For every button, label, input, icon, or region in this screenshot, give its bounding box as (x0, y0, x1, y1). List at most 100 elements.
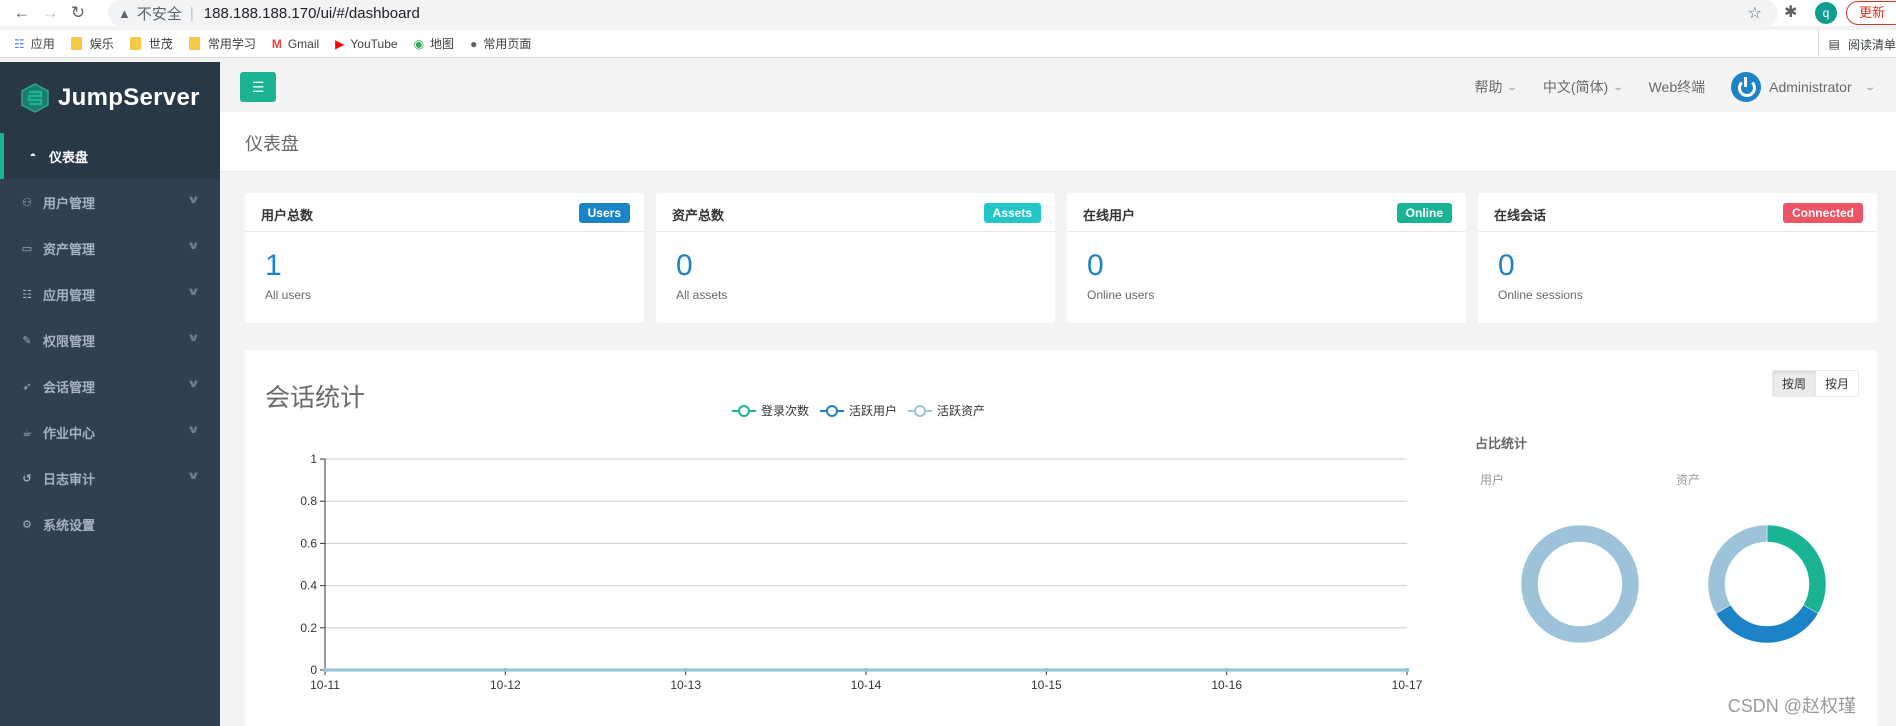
card-badge: Connected (1782, 203, 1863, 223)
bookmark-item[interactable]: ◉ 地图 (414, 35, 455, 52)
bookmark-item[interactable]: 世茂 (129, 35, 173, 52)
reading-list[interactable]: ▤ 阅读清单 (1817, 30, 1896, 58)
donut-slice (1715, 604, 1819, 644)
insecure-label: 不安全 (136, 5, 182, 23)
stat-card: 资产总数 Assets 0 All assets (656, 193, 1055, 323)
period-toggle: 按周 按月 (1771, 370, 1859, 397)
gears-icon: ⚙ (22, 518, 32, 531)
bookmark-label: 常用页面 (483, 37, 532, 51)
period-week-button[interactable]: 按周 (1772, 371, 1816, 396)
separator: | (189, 4, 194, 22)
bookmark-item[interactable]: 娱乐 (70, 35, 114, 52)
bookmark-item[interactable]: ● 常用页面 (470, 35, 531, 52)
card-subtitle: Online sessions (1498, 288, 1583, 302)
update-button[interactable]: 更新 (1846, 1, 1896, 25)
card-title: 资产总数 (672, 208, 725, 223)
legend-item[interactable]: 活跃用户 (820, 402, 897, 419)
sidebar-item-label: 权限管理 (43, 333, 96, 349)
forward-button[interactable]: → (36, 3, 64, 23)
ratio-label-assets: 资产 (1676, 473, 1701, 487)
sidebar-item-2[interactable]: ▭ 资产管理 ∨ (0, 225, 220, 271)
sidebar-item-label: 作业中心 (43, 425, 96, 441)
bookmarks-bar: ☷ 应用 娱乐 世茂 常用学习 M Gmail ▶ YouTube ◉ 地图 ● 常用页面 ▤ 阅读清单 (0, 30, 1896, 58)
chevron-down-icon: ⌄ (1506, 81, 1519, 93)
dashboard-icon: ◓ (29, 150, 37, 162)
card-badge: Assets (983, 203, 1041, 223)
sidebar-item-label: 系统设置 (43, 517, 96, 533)
legend-label: 活跃用户 (849, 404, 898, 418)
help-dropdown[interactable]: 帮助 ⌄ (1474, 77, 1519, 97)
extensions-icon[interactable]: ✱ (1784, 2, 1797, 22)
profile-avatar[interactable]: q (1815, 2, 1837, 24)
reload-button[interactable]: ↻ (64, 3, 92, 23)
bookmark-label: 世茂 (148, 37, 173, 51)
history-icon: ↺ (22, 472, 32, 485)
users-icon: ⚇ (22, 196, 32, 209)
sidebar-toggle-button[interactable]: ☰ (240, 72, 276, 102)
card-header: 在线会话 Connected (1478, 193, 1877, 232)
bookmark-item[interactable]: 常用学习 (188, 35, 256, 52)
reading-list-icon: ▤ (1828, 37, 1840, 51)
card-body: 0 Online sessions (1478, 232, 1877, 322)
bookmark-item[interactable]: M Gmail (272, 37, 319, 51)
rocket-icon: ➶ (22, 380, 32, 393)
brand-name: JumpServer (58, 83, 200, 111)
sidebar-item-label: 用户管理 (43, 195, 96, 211)
ratio-donut-charts (1520, 524, 1827, 644)
card-value: 1 (265, 249, 282, 282)
chevron-down-icon: ⌄ (1612, 81, 1625, 93)
card-title: 在线用户 (1083, 208, 1136, 223)
sidebar-item-label: 日志审计 (43, 471, 96, 487)
address-bar[interactable]: ▲ 不安全 | 188.188.188.170/ui/#/dashboard ☆ (108, 0, 1778, 26)
donut-slice (1707, 524, 1768, 614)
sidebar-item-label: 应用管理 (43, 287, 96, 303)
folder-icon (70, 37, 82, 50)
legend-label: 活跃资产 (937, 404, 986, 418)
sidebar-item-label: 仪表盘 (49, 149, 89, 165)
period-month-button[interactable]: 按月 (1816, 371, 1858, 396)
user-avatar-power-icon (1731, 72, 1762, 102)
url-text[interactable]: 188.188.188.170/ui/#/dashboard (204, 5, 420, 22)
bookmark-item[interactable]: ☷ 应用 (14, 35, 55, 52)
bookmark-star-icon[interactable]: ☆ (1748, 3, 1762, 23)
user-name: Administrator (1769, 79, 1852, 95)
sidebar-item-0[interactable]: ◓ 仪表盘 (0, 133, 220, 179)
globe-icon: ● (470, 36, 478, 51)
logo[interactable]: JumpServer (0, 62, 220, 133)
chevron-down-icon: ∨ (186, 194, 201, 206)
warning-icon: ▲ (118, 5, 131, 21)
web-terminal-link[interactable]: Web终端 (1649, 77, 1706, 97)
legend-item[interactable]: 登录次数 (732, 402, 809, 419)
maps-pin-icon: ◉ (413, 36, 425, 51)
sidebar-item-4[interactable]: ✎ 权限管理 ∨ (0, 317, 220, 363)
sidebar-item-5[interactable]: ➶ 会话管理 ∨ (0, 363, 220, 409)
bookmark-label: YouTube (350, 36, 398, 51)
coffee-icon: ☕ (22, 426, 32, 439)
sidebar-item-7[interactable]: ↺ 日志审计 ∨ (0, 455, 220, 501)
browser-toolbar: ← → ↻ ▲ 不安全 | 188.188.188.170/ui/#/dashb… (0, 0, 1896, 26)
stat-card: 在线会话 Connected 0 Online sessions (1478, 193, 1877, 323)
bookmark-item[interactable]: ▶ YouTube (335, 37, 397, 51)
sidebar-item-1[interactable]: ⚇ 用户管理 ∨ (0, 179, 220, 225)
sidebar-item-8[interactable]: ⚙ 系统设置 (0, 501, 220, 547)
sidebar-item-6[interactable]: ☕ 作业中心 ∨ (0, 409, 220, 455)
user-dropdown[interactable]: Administrator ⌄ (1731, 72, 1876, 102)
gmail-icon: M (271, 36, 282, 51)
chevron-down-icon: ∨ (186, 470, 201, 482)
legend-label: 登录次数 (761, 404, 810, 418)
bookmark-label: Gmail (287, 36, 320, 51)
sidebar-item-3[interactable]: ☷ 应用管理 ∨ (0, 271, 220, 317)
language-dropdown[interactable]: 中文(简体) ⌄ (1543, 77, 1625, 97)
legend-item[interactable]: 活跃资产 (908, 402, 985, 419)
ratio-label-users: 用户 (1480, 473, 1505, 487)
card-subtitle: All users (265, 288, 312, 302)
stat-card: 在线用户 Online 0 Online users (1067, 193, 1466, 323)
legend-marker-icon (820, 404, 845, 418)
donut-slice (1766, 524, 1827, 614)
watermark: CSDN @赵权瑾 (1727, 696, 1856, 716)
youtube-icon: ▶ (335, 36, 345, 51)
chart-legend: 登录次数 活跃用户 活跃资产 (732, 402, 996, 419)
card-body: 1 All users (245, 232, 644, 322)
hamburger-icon: ☰ (251, 79, 265, 95)
back-button[interactable]: ← (8, 3, 36, 23)
